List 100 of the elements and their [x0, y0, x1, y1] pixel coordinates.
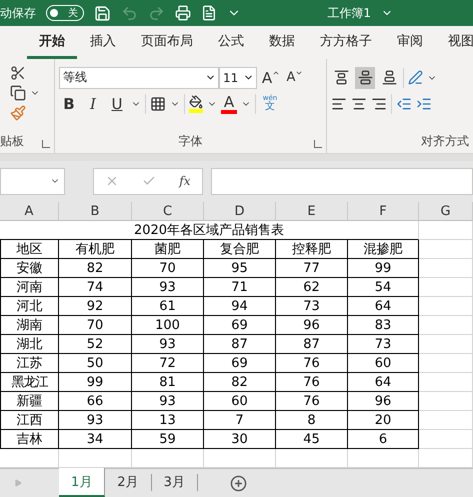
table-cell: 30 — [204, 430, 276, 449]
table-cell: 吉林 — [0, 430, 59, 449]
window-title: 工作簿1 — [327, 4, 371, 22]
table-cell: 76 — [276, 373, 348, 392]
sheet-tab[interactable]: 1月 — [59, 468, 106, 497]
table-cell: 100 — [132, 316, 204, 335]
ribbon-tab[interactable]: 公式 — [206, 32, 256, 59]
bold-button[interactable]: B — [59, 92, 79, 115]
column-header[interactable]: E — [276, 202, 348, 221]
table-cell: 61 — [132, 297, 204, 316]
table-cell: 60 — [204, 392, 276, 411]
underline-button[interactable]: U — [107, 92, 127, 115]
table-cell: 93 — [132, 335, 204, 354]
font-size-field[interactable]: 11 — [219, 66, 257, 89]
table-cell: 99 — [348, 259, 419, 278]
table-cell: 94 — [204, 297, 276, 316]
table-cell: 73 — [276, 297, 348, 316]
middle-align-icon[interactable] — [355, 66, 375, 89]
save-icon[interactable] — [94, 4, 111, 22]
table-cell: 54 — [348, 278, 419, 297]
table-cell: 92 — [59, 297, 132, 316]
table-cell: 湖北 — [0, 335, 59, 354]
table-cell: 50 — [59, 354, 132, 373]
table-cell: 7 — [204, 411, 276, 430]
table-cell: 69 — [204, 354, 276, 373]
table-cell: 8 — [276, 411, 348, 430]
increase-indent-icon[interactable] — [416, 96, 432, 112]
font-color-button[interactable]: A — [221, 94, 237, 114]
table-cell: 93 — [132, 392, 204, 411]
print-preview-icon[interactable] — [175, 5, 191, 22]
table-cell: 76 — [276, 392, 348, 411]
table-cell: 87 — [276, 335, 348, 354]
table-cell: 64 — [348, 297, 419, 316]
empty-cell — [419, 259, 473, 278]
table-cell: 70 — [59, 316, 132, 335]
table-cell: 93 — [132, 278, 204, 297]
empty-cell — [419, 221, 473, 240]
table-cell: 黑龙江 — [0, 373, 59, 392]
column-header[interactable]: C — [132, 202, 204, 221]
ribbon-tab[interactable]: 页面布局 — [129, 32, 205, 59]
table-cell: 70 — [132, 259, 204, 278]
column-header[interactable]: B — [59, 202, 132, 221]
align-center-icon[interactable] — [351, 96, 367, 112]
ribbon-tab[interactable]: 视图 — [436, 32, 473, 59]
sheet-tab[interactable]: 2月 — [105, 474, 152, 492]
table-cell: 45 — [276, 430, 348, 449]
insert-function-button[interactable]: fx — [179, 174, 191, 188]
table-cell: 64 — [348, 373, 419, 392]
copy-icon[interactable] — [10, 84, 26, 101]
table-cell: 河南 — [0, 278, 59, 297]
table-cell: 96 — [348, 392, 419, 411]
table-cell: 20 — [348, 411, 419, 430]
font-name-field[interactable]: 等线 — [59, 66, 219, 89]
table-cell: 34 — [59, 430, 132, 449]
empty-cell — [419, 335, 473, 354]
table-cell: 安徽 — [0, 259, 59, 278]
table-cell: 60 — [348, 354, 419, 373]
new-document-icon[interactable] — [201, 5, 217, 22]
fill-color-icon[interactable] — [189, 94, 203, 113]
autosave-toggle[interactable]: 关 — [46, 5, 84, 22]
column-header[interactable]: A — [0, 202, 59, 221]
column-header[interactable]: F — [348, 202, 419, 221]
group-label: 对齐方式 — [420, 132, 469, 150]
table-cell: 83 — [348, 316, 419, 335]
group-label: 贴板 — [0, 132, 25, 150]
header-cell: 菌肥 — [132, 240, 204, 259]
shrink-font-button[interactable]: A — [285, 66, 305, 89]
add-sheet-icon[interactable] — [230, 474, 247, 492]
header-cell: 地区 — [0, 240, 59, 259]
table-cell: 76 — [276, 354, 348, 373]
ribbon-tab[interactable]: 方方格子 — [308, 32, 384, 59]
ribbon-tab[interactable]: 插入 — [78, 32, 128, 59]
column-header[interactable]: G — [419, 202, 473, 221]
table-cell: 湖南 — [0, 316, 59, 335]
autosave-label: 动保存 — [0, 4, 36, 22]
table-cell: 62 — [276, 278, 348, 297]
orientation-icon[interactable] — [408, 70, 423, 86]
table-cell: 69 — [204, 316, 276, 335]
table-cell: 93 — [59, 411, 132, 430]
sheet-tab[interactable]: 3月 — [152, 474, 198, 492]
header-cell: 复合肥 — [204, 240, 276, 259]
align-right-icon[interactable] — [371, 96, 387, 112]
column-header[interactable]: D — [204, 202, 276, 221]
table-cell: 87 — [204, 335, 276, 354]
table-cell: 77 — [276, 259, 348, 278]
ribbon-tab[interactable]: 审阅 — [385, 32, 435, 59]
table-cell: 13 — [132, 411, 204, 430]
table-cell: 81 — [132, 373, 204, 392]
decrease-indent-icon[interactable] — [396, 96, 412, 112]
table-cell: 74 — [59, 278, 132, 297]
ribbon-tab[interactable]: 数据 — [257, 32, 307, 59]
align-left-icon[interactable] — [331, 96, 347, 112]
border-icon[interactable] — [150, 96, 166, 112]
formula-input[interactable] — [211, 168, 473, 195]
italic-button[interactable]: I — [83, 92, 103, 115]
table-cell: 82 — [204, 373, 276, 392]
empty-cell — [419, 392, 473, 411]
grow-font-button[interactable]: A — [261, 66, 281, 89]
header-cell: 有机肥 — [59, 240, 132, 259]
empty-cell — [419, 354, 473, 373]
